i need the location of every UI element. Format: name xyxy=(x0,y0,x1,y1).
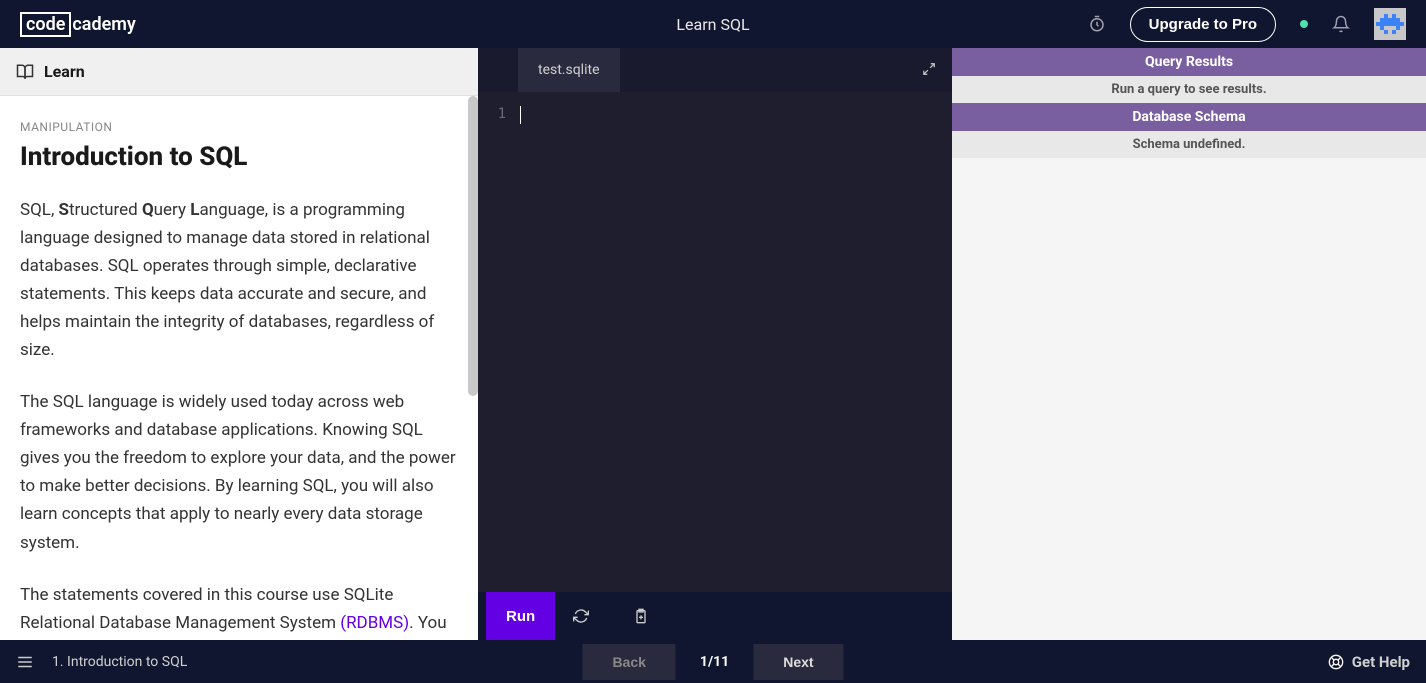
scrollbar[interactable] xyxy=(468,96,478,396)
lesson-paragraph-1: SQL, Structured Query Language, is a pro… xyxy=(20,196,458,364)
bell-icon[interactable] xyxy=(1332,15,1350,33)
editor-tab[interactable]: test.sqlite xyxy=(518,48,620,92)
editor-footer: Run xyxy=(478,592,952,640)
app-footer: 1. Introduction to SQL Back 1/11 Next Ge… xyxy=(0,640,1426,683)
editor-panel: test.sqlite 1 Run xyxy=(478,48,952,640)
learn-label: Learn xyxy=(44,62,85,81)
menu-icon[interactable] xyxy=(16,653,34,671)
timer-icon[interactable] xyxy=(1088,15,1106,33)
lesson-panel: Learn MANIPULATION Introduction to SQL S… xyxy=(0,48,478,640)
book-icon xyxy=(16,63,34,81)
main-area: Learn MANIPULATION Introduction to SQL S… xyxy=(0,48,1426,640)
learn-header[interactable]: Learn xyxy=(0,48,478,96)
editor-tabs: test.sqlite xyxy=(478,48,952,92)
upgrade-button[interactable]: Upgrade to Pro xyxy=(1130,7,1276,42)
logo[interactable]: codecademy xyxy=(20,12,136,37)
page-indicator: 1/11 xyxy=(700,654,729,670)
next-button[interactable]: Next xyxy=(753,644,843,680)
status-dot[interactable] xyxy=(1300,20,1308,28)
get-help-button[interactable]: Get Help xyxy=(1328,653,1410,671)
expand-icon[interactable] xyxy=(922,62,936,76)
code-cursor xyxy=(520,106,521,124)
help-icon xyxy=(1328,654,1344,670)
schema-hint: Schema undefined. xyxy=(952,131,1426,158)
help-label: Get Help xyxy=(1352,653,1410,671)
refresh-icon[interactable] xyxy=(567,602,595,630)
results-panel: Query Results Run a query to see results… xyxy=(952,48,1426,640)
clipboard-icon[interactable] xyxy=(627,602,655,630)
query-results-header: Query Results xyxy=(952,48,1426,76)
footer-left: 1. Introduction to SQL xyxy=(16,653,187,671)
logo-box: code xyxy=(20,12,71,37)
rdbms-link[interactable]: (RDBMS) xyxy=(340,613,409,633)
code-area[interactable]: 1 xyxy=(478,92,952,592)
lesson-paragraph-3: The statements covered in this course us… xyxy=(20,581,458,640)
lesson-number-label: 1. Introduction to SQL xyxy=(52,654,187,670)
back-button[interactable]: Back xyxy=(582,644,675,680)
header-right: Upgrade to Pro xyxy=(1088,7,1406,42)
line-number: 1 xyxy=(478,100,518,592)
lesson-title: Introduction to SQL xyxy=(20,142,458,172)
course-title: Learn SQL xyxy=(676,15,749,34)
footer-nav: Back 1/11 Next xyxy=(582,644,843,680)
category-label: MANIPULATION xyxy=(20,120,458,134)
lesson-content: MANIPULATION Introduction to SQL SQL, St… xyxy=(0,96,478,640)
avatar[interactable] xyxy=(1374,8,1406,40)
schema-header: Database Schema xyxy=(952,103,1426,131)
query-results-hint: Run a query to see results. xyxy=(952,76,1426,103)
app-header: codecademy Learn SQL Upgrade to Pro xyxy=(0,0,1426,48)
run-button[interactable]: Run xyxy=(486,592,555,640)
logo-text: cademy xyxy=(72,14,135,35)
lesson-paragraph-2: The SQL language is widely used today ac… xyxy=(20,388,458,556)
code-text[interactable] xyxy=(518,100,952,592)
